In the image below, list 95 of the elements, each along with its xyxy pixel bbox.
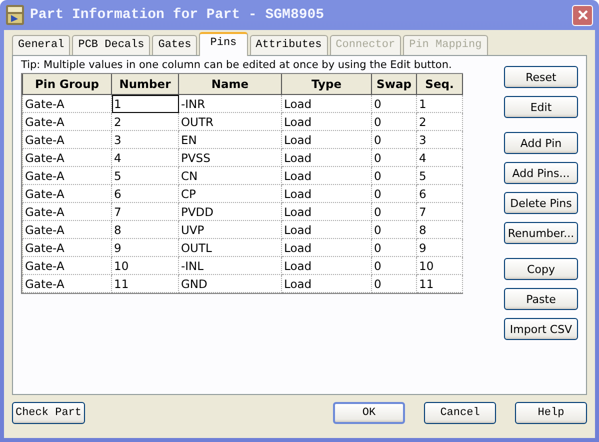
table-cell[interactable]: 11 xyxy=(112,274,178,292)
table-cell[interactable]: 2 xyxy=(416,112,462,130)
table-cell[interactable]: Load xyxy=(282,220,372,238)
table-cell[interactable]: Load xyxy=(282,184,372,202)
table-cell[interactable]: Load xyxy=(282,274,372,292)
table-cell[interactable]: 4 xyxy=(416,148,462,166)
side-button[interactable]: Copy xyxy=(504,258,578,280)
table-cell[interactable]: Load xyxy=(282,166,372,184)
table-cell[interactable]: 4 xyxy=(112,148,178,166)
table-cell[interactable]: 1 xyxy=(416,94,462,112)
table-cell[interactable]: 0 xyxy=(372,94,416,112)
table-cell[interactable]: 7 xyxy=(112,202,178,220)
column-header[interactable]: Swap xyxy=(372,74,416,94)
table-cell[interactable]: OUTL xyxy=(178,238,282,256)
table-cell[interactable]: 0 xyxy=(372,166,416,184)
window-title: Part Information for Part - SGM8905 xyxy=(30,7,326,23)
table-cell[interactable]: 3 xyxy=(112,130,178,148)
column-header[interactable]: Number xyxy=(112,74,178,94)
dialog-button[interactable]: Cancel xyxy=(424,402,496,424)
table-cell[interactable]: Load xyxy=(282,148,372,166)
table-cell[interactable]: 0 xyxy=(372,202,416,220)
table-cell[interactable]: Gate-A xyxy=(22,130,112,148)
table-cell[interactable]: EN xyxy=(178,130,282,148)
side-button[interactable]: Renumber... xyxy=(504,222,578,244)
column-header[interactable]: Pin Group xyxy=(22,74,112,94)
table-cell[interactable]: 3 xyxy=(416,130,462,148)
tab[interactable]: Gates xyxy=(152,35,198,55)
side-button[interactable]: Import CSV xyxy=(504,318,578,340)
table-cell[interactable]: PVSS xyxy=(178,148,282,166)
table-cell[interactable]: 8 xyxy=(416,220,462,238)
side-button[interactable]: Paste xyxy=(504,288,578,310)
table-cell[interactable]: CP xyxy=(178,184,282,202)
app-icon xyxy=(6,5,24,25)
table-cell[interactable]: CN xyxy=(178,166,282,184)
side-button[interactable]: Add Pins... xyxy=(504,162,578,184)
table-cell[interactable]: Load xyxy=(282,238,372,256)
table-cell[interactable]: Gate-A xyxy=(22,256,112,274)
table-cell[interactable]: 9 xyxy=(112,238,178,256)
table-cell[interactable]: Gate-A xyxy=(22,166,112,184)
table-cell[interactable]: PVDD xyxy=(178,202,282,220)
dialog-button[interactable]: Help xyxy=(515,402,587,424)
table-cell[interactable]: Load xyxy=(282,256,372,274)
table-cell[interactable]: Gate-A xyxy=(22,94,112,112)
table-cell[interactable]: 10 xyxy=(112,256,178,274)
table-cell[interactable]: Load xyxy=(282,112,372,130)
table-cell[interactable]: UVP xyxy=(178,220,282,238)
tip-text: Tip: Multiple values in one column can be edited at once by using the Edit button. xyxy=(21,58,453,73)
side-button[interactable]: Add Pin xyxy=(504,132,578,154)
table-cell[interactable]: Load xyxy=(282,130,372,148)
table-cell[interactable]: 8 xyxy=(112,220,178,238)
tab[interactable]: PCB Decals xyxy=(72,35,150,55)
tab[interactable]: Pins xyxy=(199,32,248,56)
table-cell[interactable]: 9 xyxy=(416,238,462,256)
check-part-button[interactable]: Check Part xyxy=(12,402,85,424)
tab[interactable]: General xyxy=(12,35,70,55)
table-cell[interactable]: 6 xyxy=(416,184,462,202)
table-cell[interactable]: Gate-A xyxy=(22,220,112,238)
table-cell[interactable]: 2 xyxy=(112,112,178,130)
table-cell[interactable]: GND xyxy=(178,274,282,292)
table-cell[interactable]: 0 xyxy=(372,130,416,148)
table-cell[interactable]: 0 xyxy=(372,112,416,130)
table-cell[interactable]: 0 xyxy=(372,220,416,238)
table-cell[interactable]: Gate-A xyxy=(22,184,112,202)
table-cell[interactable]: 6 xyxy=(112,184,178,202)
dialog-button[interactable]: OK xyxy=(333,402,405,424)
table-cell[interactable]: 0 xyxy=(372,256,416,274)
column-header[interactable]: Seq. xyxy=(416,74,462,94)
table-cell[interactable]: Gate-A xyxy=(22,112,112,130)
table-cell[interactable]: Gate-A xyxy=(22,148,112,166)
close-button[interactable] xyxy=(572,4,593,26)
column-header[interactable]: Name xyxy=(178,74,282,94)
table-cell[interactable]: Load xyxy=(282,202,372,220)
close-icon xyxy=(576,9,588,21)
table-cell[interactable]: 7 xyxy=(416,202,462,220)
table-cell[interactable]: -INL xyxy=(178,256,282,274)
table-cell[interactable]: -INR xyxy=(178,94,282,112)
table-cell[interactable]: 11 xyxy=(416,274,462,292)
table-cell[interactable]: 10 xyxy=(416,256,462,274)
table-cell[interactable]: 0 xyxy=(372,148,416,166)
table-cell[interactable]: Gate-A xyxy=(22,202,112,220)
table-cell[interactable]: 0 xyxy=(372,184,416,202)
side-button[interactable]: Delete Pins xyxy=(504,192,578,214)
table-cell[interactable]: 0 xyxy=(372,274,416,292)
side-button[interactable]: Reset xyxy=(504,66,578,88)
column-header[interactable]: Type xyxy=(282,74,372,94)
table-cell[interactable]: OUTR xyxy=(178,112,282,130)
table-cell[interactable]: Gate-A xyxy=(22,238,112,256)
table-cell[interactable]: Load xyxy=(282,94,372,112)
table-cell[interactable]: 0 xyxy=(372,238,416,256)
table-cell[interactable]: Gate-A xyxy=(22,274,112,292)
tab[interactable]: Attributes xyxy=(250,35,328,55)
table-cell[interactable]: 5 xyxy=(416,166,462,184)
side-button[interactable]: Edit xyxy=(504,96,578,118)
table-cell[interactable]: 5 xyxy=(112,166,178,184)
table-cell[interactable]: 1 xyxy=(112,94,178,112)
